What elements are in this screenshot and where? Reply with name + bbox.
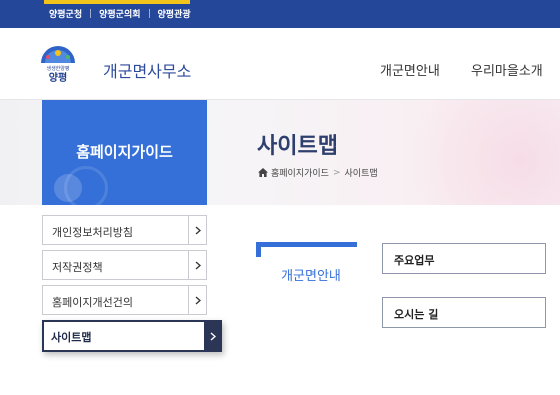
logo-name: 양평: [49, 71, 67, 84]
lnb-item-label: 저작권정책: [52, 261, 103, 274]
site-name[interactable]: 개군면사무소: [103, 58, 191, 82]
gnb-item-village-intro[interactable]: 우리마을소개: [471, 60, 543, 79]
lnb-title-box: 홈페이지가이드: [42, 100, 207, 205]
chevron-right-icon: [204, 320, 222, 352]
top-link-tourism[interactable]: 양평관광: [158, 7, 191, 20]
chevron-right-icon: [188, 286, 206, 314]
sitemap-link-label: 주요업무: [394, 254, 435, 267]
breadcrumb-separator-icon: >: [332, 167, 341, 178]
breadcrumb-current: 사이트맵: [344, 169, 378, 179]
lnb-item-website-suggestion[interactable]: 홈페이지개선건의: [42, 285, 207, 315]
decorative-circle: [54, 174, 82, 202]
lnb-item-label: 홈페이지개선건의: [52, 296, 133, 309]
home-icon[interactable]: [258, 168, 268, 177]
top-link-divider: [90, 9, 92, 18]
breadcrumb-item[interactable]: 홈페이지가이드: [271, 166, 329, 179]
lnb-item-privacy-policy[interactable]: 개인정보처리방침: [42, 215, 207, 245]
breadcrumb: 홈페이지가이드 > 사이트맵: [258, 166, 378, 179]
site-header: 생생한양평 양평 개군면사무소 개군면안내 우리마을소개: [0, 28, 560, 100]
chevron-right-icon: [188, 251, 206, 279]
sitemap-link-main-tasks[interactable]: 주요업무: [382, 243, 546, 274]
top-links: 양평군청 양평군의회 양평관광: [49, 7, 191, 20]
lnb-item-label: 사이트맵: [51, 331, 92, 344]
category-top-bar: [256, 242, 357, 247]
lnb-item-sitemap[interactable]: 사이트맵: [42, 320, 222, 352]
gnb-item-office-info[interactable]: 개군면안내: [380, 60, 440, 79]
top-utility-bar: 양평군청 양평군의회 양평관광: [0, 0, 560, 28]
category-corner-bar: [256, 242, 261, 257]
chevron-right-icon: [188, 216, 206, 244]
top-link-divider: [148, 9, 150, 18]
top-link-county-office[interactable]: 양평군청: [49, 7, 82, 20]
lnb-item-label: 개인정보처리방침: [52, 226, 133, 239]
top-link-county-council[interactable]: 양평군의회: [99, 7, 140, 20]
sitemap-link-label: 오시는 길: [394, 308, 439, 321]
county-logo[interactable]: 생생한양평 양평: [38, 42, 78, 86]
logo-slogan: 생생한양평: [46, 65, 69, 72]
lnb-item-copyright-policy[interactable]: 저작권정책: [42, 250, 207, 280]
page-title: 사이트맵: [257, 134, 338, 159]
lnb-title: 홈페이지가이드: [76, 143, 173, 161]
decorative-blob: [400, 100, 560, 205]
sitemap-category[interactable]: 개군면안내: [256, 265, 366, 284]
topbar-accent-strip: [44, 0, 190, 4]
sitemap-link-directions[interactable]: 오시는 길: [382, 297, 546, 328]
